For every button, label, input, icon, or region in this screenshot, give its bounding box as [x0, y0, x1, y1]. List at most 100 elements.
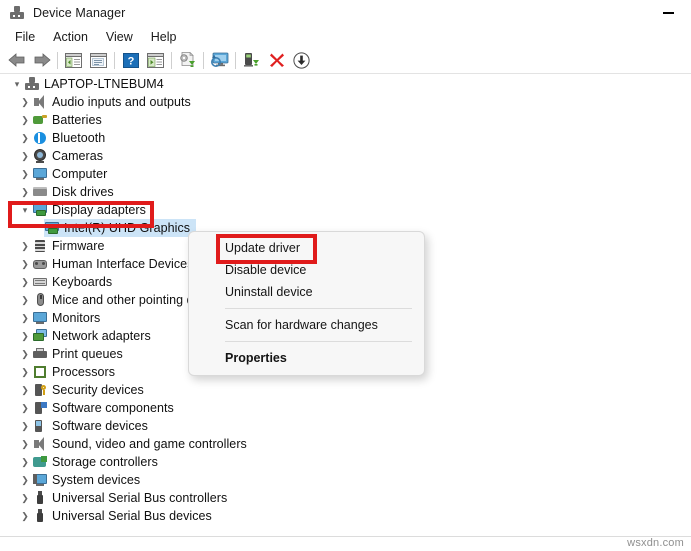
chevron-right-icon[interactable]: ❯ — [18, 494, 32, 503]
back-icon — [8, 52, 26, 68]
chevron-right-icon[interactable]: ❯ — [18, 332, 32, 341]
tree-row-bluetooth[interactable]: ❯ Bluetooth — [0, 129, 691, 147]
display-adapter-icon — [32, 202, 48, 218]
hid-icon — [32, 256, 48, 272]
tree-row-label: Cameras — [52, 149, 103, 163]
chevron-right-icon[interactable]: ❯ — [18, 188, 32, 197]
processor-icon — [32, 364, 48, 380]
back-button[interactable] — [4, 48, 29, 72]
tree-row-root[interactable]: ▾ LAPTOP-LTNEBUM4 — [0, 75, 691, 93]
keyboard-icon — [32, 274, 48, 290]
tree-row-cameras[interactable]: ❯ Cameras — [0, 147, 691, 165]
title-bar: Device Manager — [0, 0, 691, 26]
show-hide-console-tree-button[interactable] — [61, 48, 86, 72]
context-menu-item-properties[interactable]: Properties — [189, 347, 424, 369]
status-bar — [0, 536, 691, 551]
speaker-icon — [32, 436, 48, 452]
toolbar-separator-3 — [171, 52, 172, 69]
bluetooth-icon — [32, 130, 48, 146]
chevron-right-icon[interactable]: ❯ — [18, 242, 32, 251]
mouse-icon — [32, 292, 48, 308]
show-hide-console-tree-icon — [65, 53, 82, 68]
chevron-down-icon[interactable]: ▾ — [10, 80, 24, 89]
tree-row-label: Audio inputs and outputs — [52, 95, 191, 109]
tree-row-label: Firmware — [52, 239, 104, 253]
tree-row-software-devices[interactable]: ❯ Software devices — [0, 417, 691, 435]
tree-row-label: LAPTOP-LTNEBUM4 — [44, 77, 164, 91]
tree-row-computer[interactable]: ❯ Computer — [0, 165, 691, 183]
printer-icon — [32, 346, 48, 362]
tree-row-storage-controllers[interactable]: ❯ Storage controllers — [0, 453, 691, 471]
chevron-right-icon[interactable]: ❯ — [18, 116, 32, 125]
help-button[interactable]: ? — [118, 48, 143, 72]
chevron-right-icon[interactable]: ❯ — [18, 350, 32, 359]
chevron-right-icon[interactable]: ❯ — [18, 98, 32, 107]
tree-row-system-devices[interactable]: ❯ System devices — [0, 471, 691, 489]
chevron-right-icon[interactable]: ❯ — [18, 386, 32, 395]
tree-row-sound-video-game-controllers[interactable]: ❯ Sound, video and game controllers — [0, 435, 691, 453]
tree-row-label: Universal Serial Bus controllers — [52, 491, 227, 505]
chevron-right-icon[interactable]: ❯ — [18, 512, 32, 521]
menu-item-help[interactable]: Help — [142, 28, 186, 46]
device-manager-icon — [9, 5, 25, 21]
download-button[interactable] — [289, 48, 314, 72]
software-device-icon — [32, 418, 48, 434]
update-driver-icon — [179, 52, 197, 68]
tree-row-software-components[interactable]: ❯ Software components — [0, 399, 691, 417]
chevron-right-icon[interactable]: ❯ — [18, 368, 32, 377]
tree-row-label: Intel(R) UHD Graphics — [64, 221, 190, 235]
monitor-icon — [32, 310, 48, 326]
menu-item-action[interactable]: Action — [44, 28, 97, 46]
menu-item-view[interactable]: View — [97, 28, 142, 46]
window-title: Device Manager — [33, 6, 125, 20]
chevron-right-icon[interactable]: ❯ — [18, 440, 32, 449]
tree-row-usb-controllers[interactable]: ❯ Universal Serial Bus controllers — [0, 489, 691, 507]
disable-device-button[interactable] — [239, 48, 264, 72]
context-menu-item-uninstall-device[interactable]: Uninstall device — [189, 281, 424, 303]
chevron-right-icon[interactable]: ❯ — [18, 152, 32, 161]
system-device-icon — [32, 472, 48, 488]
computer-root-icon — [24, 76, 40, 92]
scan-for-hardware-changes-button[interactable] — [207, 48, 232, 72]
chevron-down-icon[interactable]: ▾ — [18, 206, 32, 215]
tree-row-label: Monitors — [52, 311, 100, 325]
minimize-button[interactable] — [646, 0, 691, 26]
toolbar-separator-1 — [57, 52, 58, 69]
tree-row-security-devices[interactable]: ❯ Security devices — [0, 381, 691, 399]
chevron-right-icon[interactable]: ❯ — [18, 422, 32, 431]
tree-row-audio[interactable]: ❯ Audio inputs and outputs — [0, 93, 691, 111]
tree-row-display-adapters[interactable]: ▾ Display adapters — [0, 201, 691, 219]
tree-row-label: Keyboards — [52, 275, 112, 289]
chevron-right-icon[interactable]: ❯ — [18, 170, 32, 179]
chevron-right-icon[interactable]: ❯ — [18, 314, 32, 323]
chevron-right-icon[interactable]: ❯ — [18, 476, 32, 485]
uninstall-device-icon — [269, 52, 285, 68]
forward-button[interactable] — [29, 48, 54, 72]
context-menu[interactable]: Update driver Disable device Uninstall d… — [188, 231, 425, 376]
toolbar: ? — [0, 47, 691, 74]
chevron-right-icon[interactable]: ❯ — [18, 296, 32, 305]
properties-button[interactable] — [86, 48, 111, 72]
context-menu-item-update-driver[interactable]: Update driver — [189, 237, 424, 259]
uninstall-device-button[interactable] — [264, 48, 289, 72]
show-hidden-devices-button[interactable] — [143, 48, 168, 72]
tree-row-usb-devices[interactable]: ❯ Universal Serial Bus devices — [0, 507, 691, 525]
help-icon: ? — [123, 53, 139, 68]
menu-item-file[interactable]: File — [6, 28, 44, 46]
chevron-right-icon[interactable]: ❯ — [18, 458, 32, 467]
minimize-icon — [663, 12, 674, 14]
chevron-right-icon[interactable]: ❯ — [18, 260, 32, 269]
chevron-right-icon[interactable]: ❯ — [18, 278, 32, 287]
tree-row-label: Human Interface Devices — [52, 257, 194, 271]
properties-icon — [90, 53, 107, 68]
tree-row-label: Display adapters — [52, 203, 146, 217]
update-driver-button[interactable] — [175, 48, 200, 72]
context-menu-item-scan-for-hardware-changes[interactable]: Scan for hardware changes — [189, 314, 424, 336]
chevron-right-icon[interactable]: ❯ — [18, 404, 32, 413]
tree-row-disk-drives[interactable]: ❯ Disk drives — [0, 183, 691, 201]
tree-row-batteries[interactable]: ❯ Batteries — [0, 111, 691, 129]
context-menu-item-disable-device[interactable]: Disable device — [189, 259, 424, 281]
download-icon — [293, 52, 310, 69]
disk-drive-icon — [32, 184, 48, 200]
chevron-right-icon[interactable]: ❯ — [18, 134, 32, 143]
